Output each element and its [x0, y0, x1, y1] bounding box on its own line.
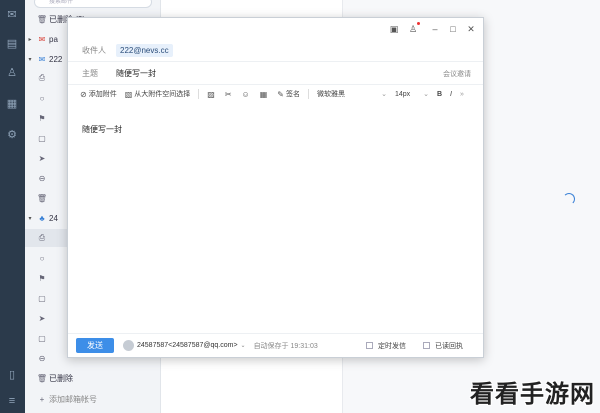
expand-caret-icon[interactable]: ▸: [25, 36, 35, 43]
blocked-icon: ⊖: [38, 353, 46, 363]
table-icon: ▦: [259, 89, 268, 99]
insert-image-button[interactable]: ▨: [207, 90, 217, 99]
autosave-status: 自动保存于 19:31:03: [253, 342, 318, 350]
trash-icon: 🗑: [36, 373, 48, 383]
circle-icon: ○: [39, 93, 45, 103]
subject-input[interactable]: 随便写一封: [116, 68, 156, 79]
document-icon: ▢: [38, 133, 46, 143]
subject-field[interactable]: 主题 随便写一封 会议邀请: [68, 63, 483, 85]
calendar-icon[interactable]: ▦: [4, 95, 20, 111]
folder-item-deleted[interactable]: 🗑 已删除: [25, 369, 160, 387]
italic-button[interactable]: I: [450, 91, 452, 98]
phone-icon[interactable]: ▯: [4, 366, 20, 382]
blocked-icon: ⊖: [38, 173, 46, 183]
flag-icon: ⚑: [38, 273, 46, 283]
editor-toolbar: ⊘ 添加附件 ▧ 从大附件空间选择 ▨ ✂ ☺ ▦ ✎ 签名 微软雅黑 ⌄ 14px ⌄ …: [68, 85, 483, 103]
watermark: 看看手游网: [470, 380, 595, 408]
font-select[interactable]: 微软雅黑 ⌄: [317, 89, 387, 99]
contacts-book-icon[interactable]: ▤: [4, 35, 20, 51]
avatar: [123, 340, 134, 351]
mail-account-icon: ✉: [38, 34, 46, 44]
attach-button[interactable]: ⊘ 添加附件: [80, 89, 117, 99]
subject-label: 主题: [82, 69, 98, 78]
send-button[interactable]: 发送: [76, 338, 114, 353]
paperclip-icon: ⊘: [80, 89, 87, 99]
inbox-icon: ⎙: [38, 73, 46, 82]
loading-spinner: [563, 193, 575, 205]
send-icon: ➤: [38, 153, 46, 163]
folder-search-input[interactable]: 搜索邮件: [34, 0, 152, 8]
compose-window: ▣ ♙ – □ ✕ 收件人 222@nevs.cc 主题 随便写一封 会议邀请 …: [67, 17, 484, 358]
big-attach-button[interactable]: ▧ 从大附件空间选择: [125, 89, 191, 99]
to-field[interactable]: 收件人 222@nevs.cc: [68, 40, 483, 62]
scissors-icon: ✂: [224, 89, 232, 99]
meeting-invite-link[interactable]: 会议邀请: [443, 69, 471, 79]
people-icon[interactable]: ♙: [4, 64, 20, 80]
trash-icon: 🗑: [36, 14, 48, 24]
plus-icon: +: [39, 394, 45, 404]
save-draft-icon[interactable]: ▣: [388, 23, 400, 35]
menu-icon[interactable]: ≡: [4, 393, 20, 409]
document-icon: ▢: [38, 293, 46, 303]
collapse-caret-icon[interactable]: ▾: [25, 56, 35, 63]
signature-button[interactable]: ✎ 签名: [277, 89, 300, 99]
signature-icon: ✎: [277, 89, 284, 99]
mail-account-icon: ✉: [38, 54, 46, 64]
minimize-icon[interactable]: –: [429, 23, 441, 35]
recipient-chip[interactable]: 222@nevs.cc: [116, 44, 173, 57]
document-icon: ▢: [38, 333, 46, 343]
flag-icon: ⚑: [38, 113, 46, 123]
image-icon: ▨: [207, 89, 215, 99]
message-body[interactable]: 随便写一封: [82, 124, 122, 135]
inbox-icon: ⎙: [38, 233, 46, 242]
bold-button[interactable]: B: [437, 91, 442, 98]
app-sidebar-rail: ✉ ▤ ♙ ▦ ⚙ ▯ ≡: [0, 0, 25, 413]
add-account-button[interactable]: + 添加邮箱帐号: [25, 390, 160, 408]
screenshot-button[interactable]: ✂: [225, 90, 234, 99]
send-icon: ➤: [38, 313, 46, 323]
more-tools-button[interactable]: »: [460, 91, 464, 98]
trash-icon: 🗑: [36, 193, 48, 203]
maximize-icon[interactable]: □: [447, 23, 459, 35]
collapse-caret-icon[interactable]: ▾: [25, 215, 35, 222]
chevron-down-icon[interactable]: ⌄: [241, 342, 246, 349]
qq-penguin-icon: ♣: [39, 213, 45, 223]
scheduled-send-checkbox[interactable]: 定时发信: [366, 341, 406, 351]
close-icon[interactable]: ✕: [465, 23, 477, 35]
compose-footer: 发送 24587587<24587587@qq.com> ⌄ 自动保存于 19:…: [68, 333, 483, 357]
sender-select[interactable]: 24587587<24587587@qq.com>: [137, 342, 238, 349]
chevron-down-icon: ⌄: [381, 91, 387, 98]
emoji-button[interactable]: ☺: [242, 90, 252, 99]
cloud-file-icon: ▧: [124, 89, 133, 99]
to-label: 收件人: [82, 46, 106, 55]
table-button[interactable]: ▦: [260, 90, 270, 99]
emoji-icon: ☺: [241, 89, 250, 99]
font-size-select[interactable]: 14px ⌄: [395, 90, 429, 99]
chevron-down-icon: ⌄: [423, 91, 429, 98]
contacts-icon[interactable]: ♙: [407, 22, 420, 35]
read-receipt-checkbox[interactable]: 已读回执: [423, 341, 463, 351]
compose-titlebar: ▣ ♙ – □ ✕: [68, 18, 483, 40]
mail-icon[interactable]: ✉: [4, 6, 20, 22]
settings-gear-icon[interactable]: ⚙: [4, 126, 20, 142]
circle-icon: ○: [39, 253, 45, 263]
